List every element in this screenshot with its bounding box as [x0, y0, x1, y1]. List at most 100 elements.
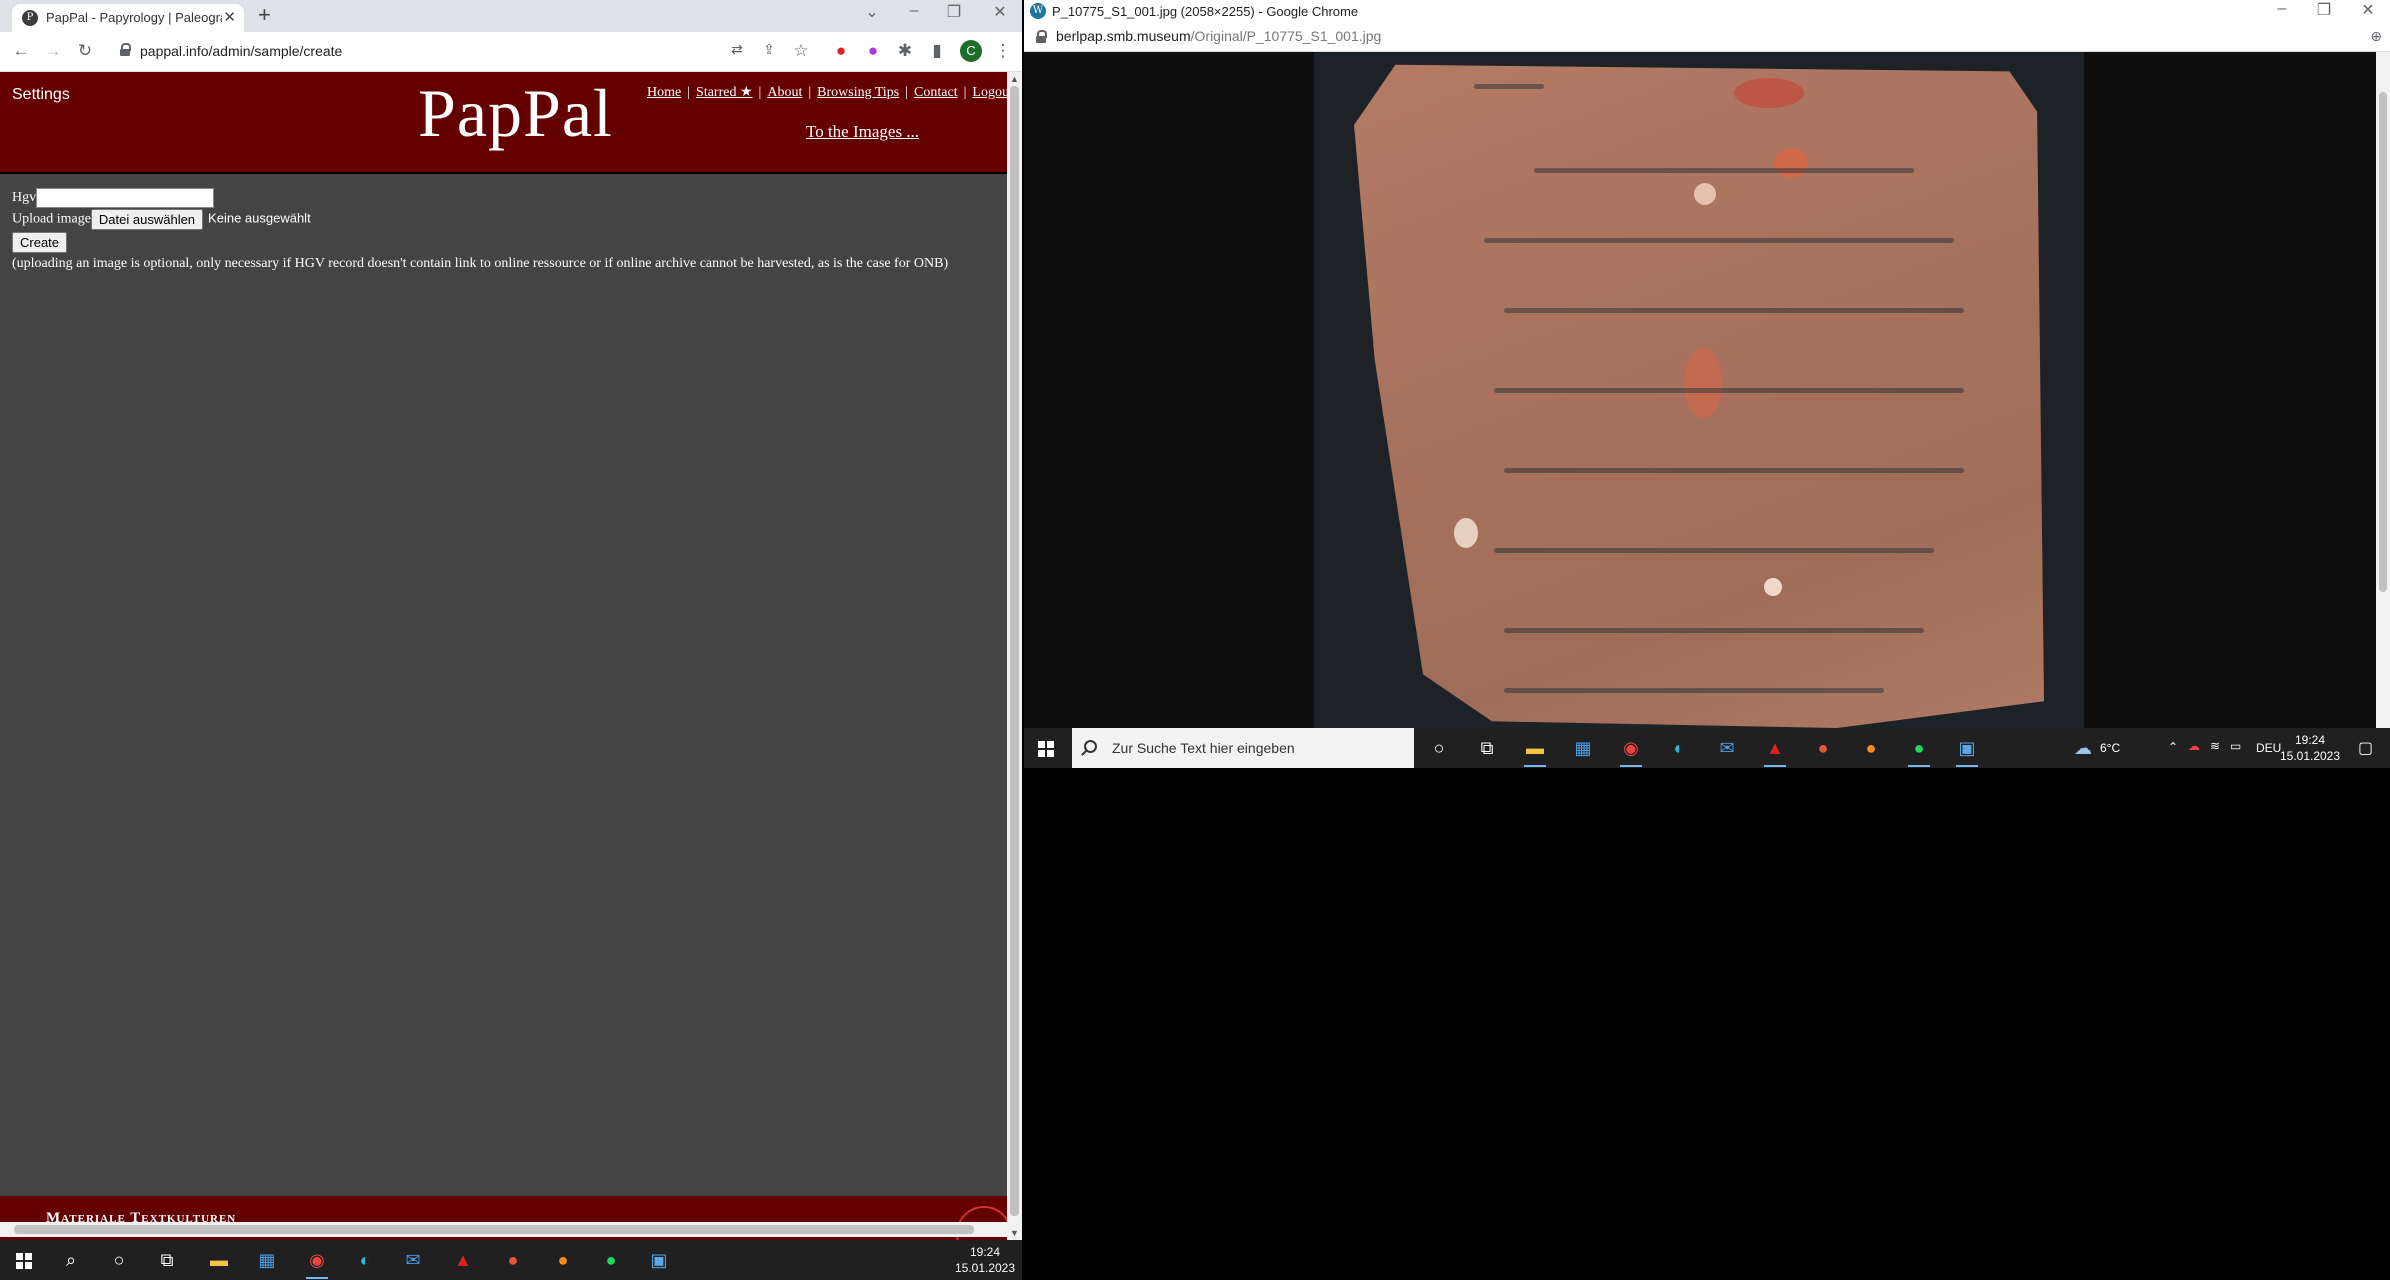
cortana-icon[interactable]: ○	[1426, 736, 1452, 760]
task-view-icon[interactable]: ⧉	[154, 1248, 180, 1272]
close-tab-icon[interactable]: ✕	[223, 8, 236, 26]
powerpoint-icon[interactable]: ●	[1810, 736, 1836, 760]
edge-icon[interactable]: ◐	[352, 1248, 378, 1272]
site-logo[interactable]: PapPal	[418, 74, 613, 153]
profile-avatar[interactable]: C	[960, 40, 982, 62]
back-icon[interactable]: ←	[10, 41, 32, 61]
extensions-puzzle-icon[interactable]: ✱	[894, 41, 916, 61]
mail-icon[interactable]: ✉	[1714, 736, 1740, 760]
taskbar-search-placeholder: Zur Suche Text hier eingeben	[1112, 740, 1295, 756]
onedrive-icon[interactable]: ☁	[2188, 739, 2200, 753]
task-view-icon[interactable]: ⧉	[1474, 736, 1500, 760]
image-viewer[interactable]	[1024, 52, 2390, 728]
chrome-icon[interactable]: ◉	[1618, 736, 1644, 767]
search-icon[interactable]: ⌕	[58, 1248, 84, 1272]
create-row: Create	[12, 232, 68, 253]
restore-icon[interactable]: ❐	[2310, 0, 2338, 20]
new-tab-icon[interactable]: +	[258, 2, 271, 28]
spotify-icon[interactable]: ●	[1906, 736, 1932, 767]
hgv-input[interactable]	[36, 188, 215, 208]
notifications-icon[interactable]: ▢	[2358, 738, 2373, 758]
nav-separator: |	[687, 85, 691, 100]
close-window-icon[interactable]: ✕	[986, 2, 1014, 22]
nav-about[interactable]: About	[767, 85, 802, 100]
spotify-icon[interactable]: ●	[598, 1248, 624, 1272]
zoom-icon[interactable]: ⊕	[2370, 28, 2382, 45]
right-address-bar[interactable]: berlpap.smb.museum/Original/P_10775_S1_0…	[1024, 22, 2390, 52]
lock-icon	[1036, 30, 1047, 43]
address-url[interactable]: pappal.info/admin/sample/create	[140, 43, 342, 59]
minimize-icon[interactable]: –	[900, 2, 928, 20]
upload-label: Upload image	[12, 211, 91, 227]
choose-file-button[interactable]: Datei auswählen	[90, 209, 204, 230]
browser-menu-icon[interactable]: ⋮	[992, 41, 1014, 61]
close-window-icon[interactable]: ✕	[2354, 0, 2382, 20]
tab-pappal[interactable]: P PapPal - Papyrology | Paleograph ✕	[12, 4, 244, 32]
extension-red-icon[interactable]: ●	[830, 41, 852, 61]
right-vertical-scrollbar[interactable]	[2376, 52, 2390, 728]
nav-starred[interactable]: Starred ★	[696, 85, 752, 100]
reload-icon[interactable]: ↻	[74, 41, 96, 61]
file-status: Keine ausgewählt	[208, 210, 311, 226]
microsoft-store-icon[interactable]: ▦	[254, 1248, 280, 1272]
windows-start-icon[interactable]	[1038, 741, 1054, 757]
cortana-icon[interactable]: ○	[106, 1248, 132, 1272]
left-browser-window: P PapPal - Papyrology | Paleograph ✕ + ⌄…	[0, 0, 1022, 1240]
right-window-titlebar: W P_10775_S1_001.jpg (2058×2255) - Googl…	[1024, 0, 2390, 22]
photos-icon[interactable]: ▣	[1954, 736, 1980, 767]
nav-logout[interactable]: Logout	[972, 85, 1007, 100]
tab-search-icon[interactable]: ⌄	[858, 2, 886, 22]
horizontal-scrollbar[interactable]	[0, 1222, 1007, 1237]
nav-browsing-tips[interactable]: Browsing Tips	[817, 85, 899, 100]
side-panel-icon[interactable]: ▮	[926, 41, 948, 61]
firefox-icon[interactable]: ●	[550, 1248, 576, 1272]
forward-icon[interactable]: →	[42, 41, 64, 61]
clock-time: 19:24	[969, 1245, 1001, 1259]
taskbar-search-box[interactable]: Zur Suche Text hier eingeben	[1072, 728, 1414, 768]
mail-icon[interactable]: ✉	[400, 1248, 426, 1272]
taskbar-clock[interactable]: 19:24 15.01.2023	[950, 1244, 1020, 1276]
url-host: berlpap.smb.museum	[1056, 28, 1191, 44]
file-explorer-icon[interactable]: ▬	[206, 1248, 232, 1272]
url-path: /Original/P_10775_S1_001.jpg	[1190, 28, 1382, 44]
edge-icon[interactable]: ◐	[1666, 736, 1692, 760]
share-icon[interactable]: ⇪	[758, 41, 780, 58]
lock-icon	[120, 43, 131, 56]
site-header: Settings PapPal Home | Starred ★ | About | Bro…	[0, 72, 1007, 174]
network-icon[interactable]: ≋	[2210, 739, 2220, 753]
nav-contact[interactable]: Contact	[914, 85, 958, 100]
to-images-link[interactable]: To the Images ...	[806, 122, 919, 142]
minimize-icon[interactable]: –	[2268, 0, 2296, 18]
right-taskbar: Zur Suche Text hier eingeben ○ ⧉ ▬ ▦ ◉ ◐…	[1024, 728, 2390, 768]
restore-icon[interactable]: ❐	[940, 2, 968, 22]
settings-link[interactable]: Settings	[12, 86, 70, 104]
file-explorer-icon[interactable]: ▬	[1522, 736, 1548, 767]
right-address-url[interactable]: berlpap.smb.museum/Original/P_10775_S1_0…	[1056, 28, 1381, 44]
ostracon-photo[interactable]	[1354, 64, 2044, 728]
nav-separator: |	[758, 85, 762, 100]
tray-expand-icon[interactable]: ⌃	[2168, 740, 2178, 754]
right-window-title: P_10775_S1_001.jpg (2058×2255) - Google …	[1052, 4, 1359, 19]
chrome-icon[interactable]: ◉	[304, 1248, 330, 1279]
address-bar[interactable]: pappal.info/admin/sample/create	[112, 38, 692, 66]
nav-separator: |	[963, 85, 967, 100]
acrobat-icon[interactable]: ▲	[1762, 736, 1788, 767]
wordpress-favicon-icon: W	[1030, 3, 1046, 19]
nav-separator: |	[808, 85, 812, 100]
weather-cloud-icon[interactable]: ☁	[2074, 738, 2092, 759]
acrobat-icon[interactable]: ▲	[450, 1248, 476, 1272]
windows-start-icon[interactable]	[16, 1253, 32, 1269]
bookmark-star-icon[interactable]: ☆	[790, 41, 812, 61]
nav-home[interactable]: Home	[647, 85, 681, 100]
taskbar-clock[interactable]: 19:24 15.01.2023	[2270, 732, 2350, 764]
photos-icon[interactable]: ▣	[646, 1248, 672, 1272]
weather-temp[interactable]: 6°C	[2100, 741, 2120, 755]
create-button[interactable]: Create	[12, 232, 68, 253]
microsoft-store-icon[interactable]: ▦	[1570, 736, 1596, 760]
firefox-icon[interactable]: ●	[1858, 736, 1884, 760]
battery-icon[interactable]: ▭	[2230, 739, 2241, 753]
translate-icon[interactable]: ⇄	[726, 41, 748, 58]
extension-purple-icon[interactable]: ●	[862, 41, 884, 61]
vertical-scrollbar[interactable]: ▲ ▼	[1007, 72, 1022, 1240]
powerpoint-icon[interactable]: ●	[500, 1248, 526, 1272]
